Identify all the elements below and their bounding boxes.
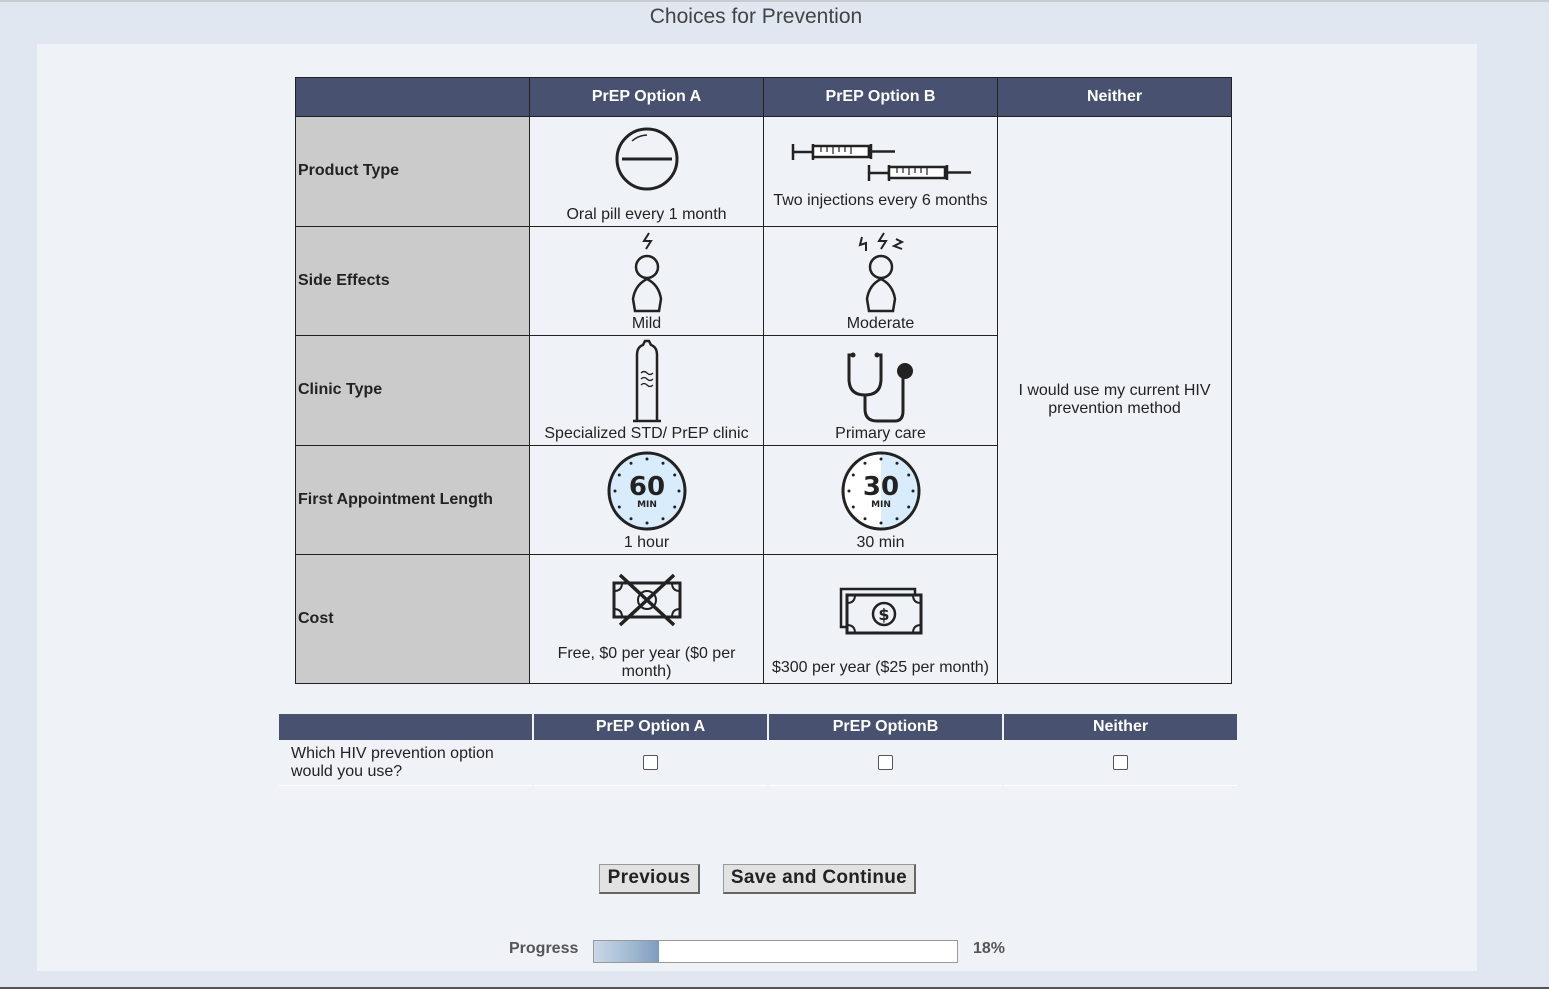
option-a-product-type: Oral pill every 1 month: [529, 116, 764, 227]
choice-cell-option-b: [769, 740, 1002, 786]
attr-cost: Cost: [295, 554, 530, 684]
option-b-clinic-text: Primary care: [835, 424, 926, 442]
choice-header-option-b: PrEP OptionB: [769, 714, 1002, 740]
top-border: [0, 0, 1549, 2]
option-a-side-effects-text: Mild: [631, 315, 662, 333]
save-and-continue-button[interactable]: Save and Continue: [723, 864, 916, 894]
timer-30-number: 30: [862, 472, 898, 502]
progress-label: Progress: [509, 940, 579, 957]
choice-row: Which HIV prevention option would you us…: [279, 740, 1237, 786]
choice-header-blank: [279, 714, 532, 740]
svg-text:$: $: [878, 605, 889, 624]
progress-percent: 18%: [973, 940, 1006, 957]
option-b-appointment-length: 30 MIN 30 min: [763, 444, 998, 556]
choice-cell-neither: [1004, 740, 1237, 786]
syringes-icon: [791, 143, 971, 181]
previous-button[interactable]: Previous: [599, 864, 700, 894]
choice-header-neither: Neither: [1004, 714, 1237, 740]
option-b-side-effects: Moderate: [763, 225, 998, 337]
option-b-side-effects-text: Moderate: [846, 315, 915, 333]
checkbox-option-a[interactable]: [643, 754, 658, 770]
condom-icon: [632, 339, 661, 422]
option-b-product-type: Two injections every 6 months: [763, 116, 998, 227]
option-a-cost-text: Free, $0 per year ($0 per month): [557, 645, 736, 680]
header-blank: [295, 77, 530, 117]
attributes-table: PrEP Option A PrEP Option B Neither Prod…: [295, 77, 1232, 684]
attr-side-effects: Side Effects: [295, 225, 530, 337]
option-a-clinic-text: Specialized STD/ PrEP clinic: [544, 424, 749, 442]
timer-60-unit: MIN: [637, 500, 657, 510]
header-neither: Neither: [997, 77, 1232, 117]
option-b-appointment-text: 30 min: [856, 534, 905, 552]
money-icon: $: [839, 587, 922, 635]
no-money-icon: [612, 573, 681, 627]
option-b-clinic-type: Primary care: [763, 335, 998, 446]
option-a-cost: Free, $0 per year ($0 per month): [529, 554, 764, 684]
page-title: Choices for Prevention: [649, 5, 863, 28]
timer-30-icon: 30 MIN: [841, 451, 920, 531]
option-b-product-text: Two injections every 6 months: [773, 191, 988, 209]
stethoscope-icon: [847, 352, 913, 423]
progress-bar-fill: [594, 941, 660, 962]
timer-60-icon: 60 MIN: [607, 451, 686, 531]
checkbox-neither[interactable]: [1113, 754, 1128, 770]
attr-product-type: Product Type: [295, 116, 530, 227]
timer-60-number: 60: [628, 472, 664, 502]
option-b-cost: $ $300 per year ($25 per month): [763, 554, 998, 684]
attr-appointment-length: First Appointment Length: [295, 444, 530, 556]
timer-30-unit: MIN: [871, 500, 891, 510]
checkbox-option-b[interactable]: [878, 754, 893, 770]
attr-clinic-type: Clinic Type: [295, 335, 530, 446]
header-option-b: PrEP Option B: [763, 77, 998, 117]
option-a-side-effects: Mild: [529, 225, 764, 337]
option-b-cost-text: $300 per year ($25 per month): [771, 659, 989, 676]
option-a-clinic-type: Specialized STD/ PrEP clinic: [529, 335, 764, 446]
progress-bar: [593, 940, 958, 963]
neither-cell: I would use my current HIV prevention me…: [997, 116, 1232, 684]
choice-table: PrEP Option A PrEP OptionB Neither Which…: [277, 714, 1239, 786]
option-a-appointment-text: 1 hour: [623, 534, 670, 552]
option-a-appointment-length: 60 MIN 1 hour: [529, 444, 764, 556]
choice-question: Which HIV prevention option would you us…: [279, 740, 532, 786]
option-a-product-text: Oral pill every 1 month: [566, 205, 727, 223]
choice-cell-option-a: [534, 740, 767, 786]
mild-side-effect-icon: [631, 232, 662, 313]
choice-header-option-a: PrEP Option A: [534, 714, 767, 740]
header-option-a: PrEP Option A: [529, 77, 764, 117]
table-row: Product Type Oral pill every 1 month Two…: [295, 116, 1232, 684]
pill-icon: [615, 127, 678, 191]
moderate-side-effect-icon: [858, 232, 904, 313]
